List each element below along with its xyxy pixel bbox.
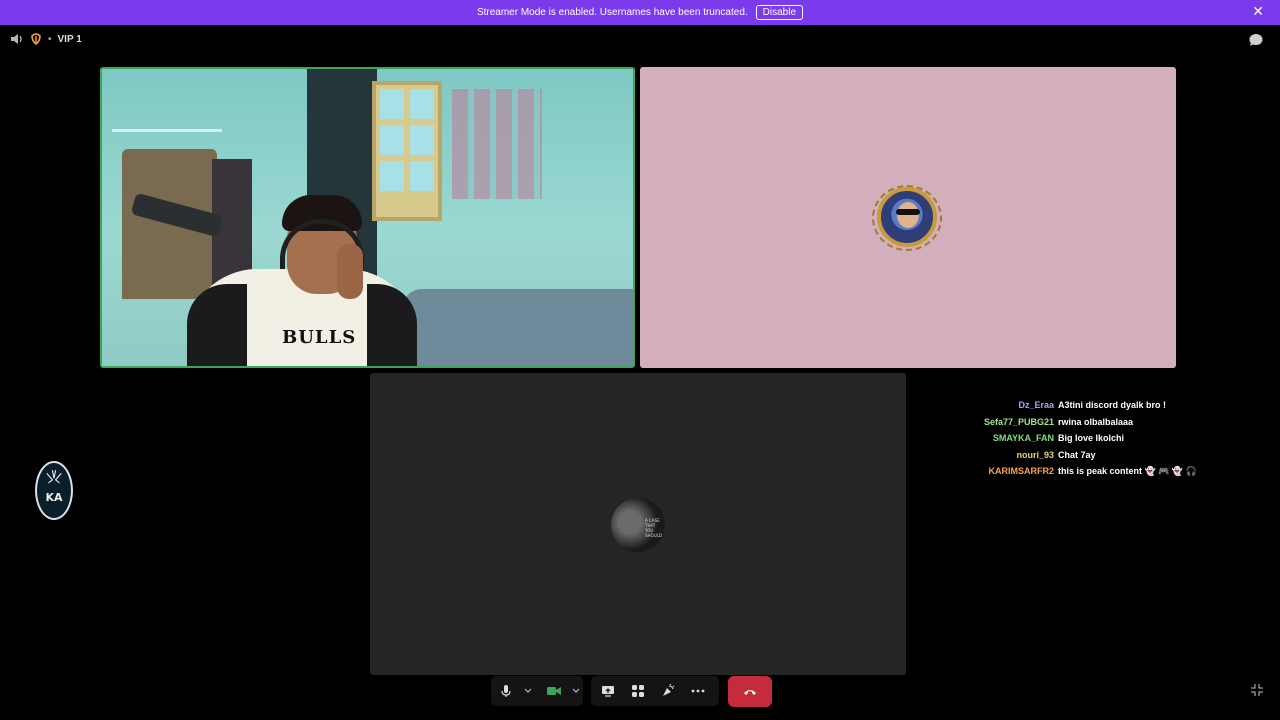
chat-text: A3tini discord dyalk bro ! (1058, 400, 1167, 411)
video-tile-webcam[interactable]: BULLS (100, 67, 635, 368)
call-window: Streamer Mode is enabled. Usernames have… (0, 0, 1280, 720)
wall-posters (452, 89, 542, 199)
channel-title: VIP 1 (57, 33, 82, 45)
chat-overlay: Dz_Eraa A3tini discord dyalk bro ! Sefa7… (940, 397, 1240, 480)
chat-username: nouri_93 (1016, 449, 1054, 460)
server-logo[interactable]: KA (35, 461, 73, 520)
microphone-icon (501, 685, 511, 697)
avatar-face (897, 202, 919, 228)
audio-options-button[interactable] (521, 676, 535, 706)
screen-share-icon (602, 686, 614, 697)
person-hand (337, 244, 363, 299)
soundboard-icon (663, 684, 675, 696)
video-options-button[interactable] (569, 676, 583, 706)
chat-bubble-icon[interactable] (1248, 32, 1264, 48)
media-controls (491, 676, 583, 706)
screen-share-button[interactable] (593, 676, 623, 706)
camera-icon (547, 687, 561, 695)
header-separator: • (48, 33, 52, 45)
activities-button[interactable] (623, 676, 653, 706)
disconnect-button[interactable] (728, 676, 772, 707)
jersey-text: BULLS (282, 327, 357, 348)
activities-icon (632, 685, 644, 697)
video-tile-avatar-2[interactable]: A CASE THAT YOU SHOULD (370, 373, 906, 675)
camera-button[interactable] (539, 676, 569, 706)
chat-text: rwina olbalbalaaa (1058, 416, 1134, 427)
avatar-caption: A CASE THAT YOU SHOULD (645, 518, 662, 538)
chat-username: Dz_Eraa (1018, 400, 1054, 411)
more-options-button[interactable] (683, 676, 713, 706)
hangup-icon (744, 689, 756, 695)
chat-text: this is peak content 👻 🎮 👻 🎧 (1058, 465, 1197, 476)
bed (402, 289, 633, 366)
close-icon[interactable]: ✕ (1252, 4, 1264, 20)
call-actions (591, 676, 719, 706)
soundboard-button[interactable] (653, 676, 683, 706)
avatar: A CASE THAT YOU SHOULD (611, 498, 665, 552)
chat-message: KARIMSARFR2 this is peak content 👻 🎮 👻 🎧 (940, 463, 1240, 480)
chat-message: SMAYKA_FAN Big love lkolchi (940, 430, 1240, 447)
chevron-down-icon (524, 688, 532, 693)
chat-text: Big love lkolchi (1058, 433, 1125, 444)
chat-username: KARIMSARFR2 (988, 466, 1054, 477)
speaker-icon[interactable] (10, 32, 24, 46)
chat-text: Chat 7ay (1058, 449, 1096, 460)
call-header: • VIP 1 (10, 31, 82, 47)
chat-message: Sefa77_PUBG21 rwina olbalbalaaa (940, 414, 1240, 431)
server-logo-text: KA (45, 491, 63, 504)
phoenix-icon (46, 470, 62, 484)
jersey-sleeve-left (187, 284, 247, 366)
chevron-down-icon (572, 688, 580, 693)
chat-message: Dz_Eraa A3tini discord dyalk bro ! (940, 397, 1240, 414)
video-tile-avatar[interactable] (640, 67, 1176, 368)
chat-username: Sefa77_PUBG21 (983, 416, 1054, 427)
collapse-icon[interactable] (1250, 683, 1264, 697)
disable-streamer-mode-button[interactable]: Disable (755, 5, 804, 20)
chat-username: SMAYKA_FAN (992, 433, 1054, 444)
mute-button[interactable] (491, 676, 521, 706)
avatar-glasses (896, 209, 920, 215)
window (372, 81, 442, 221)
banner-message: Streamer Mode is enabled. Usernames have… (476, 7, 748, 18)
chat-message: nouri_93 Chat 7ay (940, 447, 1240, 464)
streamer-mode-banner: Streamer Mode is enabled. Usernames have… (0, 0, 1280, 25)
more-icon (691, 689, 705, 693)
channel-icon (31, 33, 41, 45)
